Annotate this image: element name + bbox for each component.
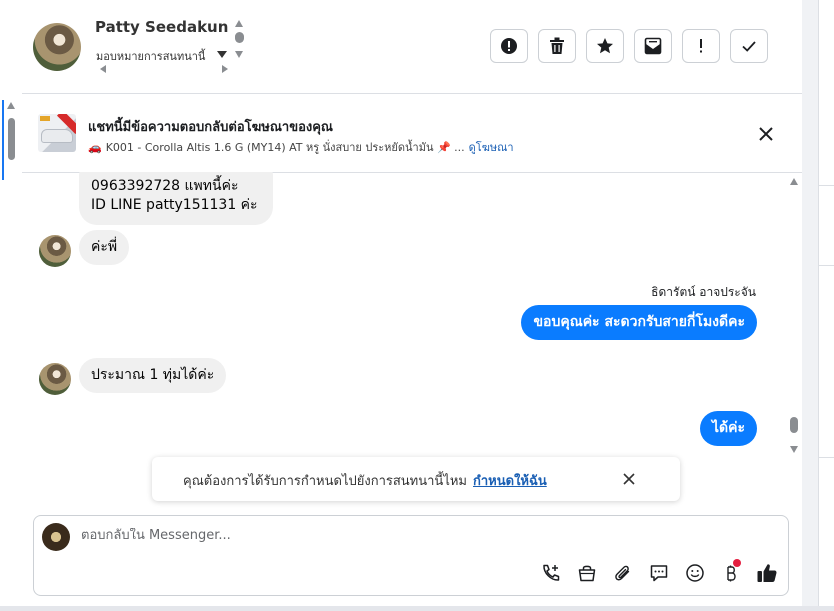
scroll-down-arrow-icon[interactable]	[790, 446, 798, 453]
ad-subtitle-text: K001 - Corolla Altis 1.6 G (MY14) AT หรู…	[105, 141, 465, 154]
message-text: ค่ะพี่	[91, 239, 118, 255]
star-icon	[597, 38, 613, 54]
message-text: ID LINE patty151131 ค่ะ	[91, 197, 258, 213]
right-divider	[818, 185, 834, 186]
message-bubble-outgoing: ขอบคุณค่ะ สะดวกรับสายกี่โมงดีคะ	[521, 305, 757, 340]
contact-avatar-small[interactable]	[39, 363, 71, 395]
check-icon	[742, 41, 756, 52]
window-bottom-edge	[0, 606, 834, 611]
scroll-right-arrow-icon[interactable]	[222, 65, 228, 73]
scroll-up-arrow-icon[interactable]	[7, 102, 15, 109]
right-pane	[802, 0, 834, 611]
mark-done-button[interactable]	[730, 29, 768, 63]
conversation-pane: Patty Seedakun มอบหมายการสนทนานี้ แชทนี้…	[22, 0, 802, 611]
scroll-up-arrow-icon[interactable]	[790, 178, 798, 185]
ad-banner-subtitle: 🚗 K001 - Corolla Altis 1.6 G (MY14) AT หร…	[88, 138, 514, 156]
view-ad-link[interactable]: ดูโฆษณา	[469, 141, 514, 154]
right-details-panel	[818, 0, 834, 611]
page-avatar	[42, 523, 70, 551]
sender-name: ธิดารัตน์ อาจประจัน	[651, 285, 756, 299]
right-divider	[818, 265, 834, 266]
contact-name[interactable]: Patty Seedakun	[95, 18, 228, 36]
car-image	[41, 129, 73, 143]
message-text: ขอบคุณค่ะ สะดวกรับสายกี่โมงดีคะ	[533, 314, 745, 330]
emoji-button[interactable]	[684, 562, 706, 584]
report-spam-button[interactable]	[490, 29, 528, 63]
conversation-header: Patty Seedakun มอบหมายการสนทนานี้	[22, 0, 802, 94]
reply-input[interactable]	[81, 528, 681, 543]
reply-composer	[33, 515, 789, 596]
call-button[interactable]	[540, 562, 562, 584]
left-pane	[0, 0, 23, 611]
like-button[interactable]	[756, 562, 778, 584]
ad-reply-banner: แชทนี้มีข้อความตอบกลับต่อโฆษณาของคุณ 🚗 K0…	[22, 94, 802, 173]
left-scrollbar[interactable]	[5, 100, 17, 440]
shop-button[interactable]	[576, 562, 598, 584]
message-text: ประมาณ 1 ทุ่มได้ค่ะ	[91, 367, 215, 383]
assign-reminder-text: คุณต้องการได้รับการกำหนดไปยังการสนทนานี้…	[183, 470, 547, 491]
assign-dropdown-label[interactable]: มอบหมายการสนทนานี้	[96, 47, 205, 65]
contact-avatar[interactable]	[33, 23, 81, 71]
close-icon[interactable]	[757, 125, 775, 143]
follow-up-button[interactable]	[682, 29, 720, 63]
header-scrollbar-thumb[interactable]	[235, 32, 244, 43]
star-button[interactable]	[586, 29, 624, 63]
scroll-down-arrow-icon[interactable]	[235, 51, 243, 58]
scroll-left-arrow-icon[interactable]	[100, 65, 106, 73]
scroll-up-arrow-icon[interactable]	[235, 20, 243, 27]
message-bubble-incoming: ค่ะพี่	[79, 230, 130, 265]
delete-button[interactable]	[538, 29, 576, 63]
trash-icon	[550, 37, 564, 54]
attach-button[interactable]	[612, 562, 634, 584]
notification-dot	[733, 559, 741, 567]
emoji-icon	[686, 564, 704, 582]
message-bubble-outgoing: ได้ค่ะ	[699, 411, 757, 446]
car-icon: 🚗	[88, 141, 102, 154]
message-scrollbar-thumb[interactable]	[790, 417, 798, 433]
contact-avatar-small[interactable]	[39, 235, 71, 267]
chevron-down-icon[interactable]	[217, 51, 227, 58]
right-divider	[818, 457, 834, 458]
left-scrollbar-thumb[interactable]	[8, 118, 15, 160]
message-text: 0963392728 แพทนี้ค่ะ	[91, 178, 239, 194]
phone-plus-icon	[543, 564, 560, 581]
assign-to-me-link[interactable]: กำหนดให้ฉัน	[473, 474, 547, 489]
alert-circle-icon	[501, 38, 517, 54]
exclamation-icon	[700, 39, 702, 53]
message-bubble-incoming: ประมาณ 1 ทุ่มได้ค่ะ	[79, 358, 227, 393]
mark-unread-button[interactable]	[634, 29, 672, 63]
assign-reminder-message: คุณต้องการได้รับการกำหนดไปยังการสนทนานี้…	[183, 474, 467, 489]
left-selection-indicator	[2, 100, 4, 180]
saved-replies-button[interactable]	[648, 562, 670, 584]
assign-reminder-toast: คุณต้องการได้รับการกำหนดไปยังการสนทนานี้…	[152, 457, 680, 501]
chat-bubble-icon	[650, 565, 668, 582]
message-text: ได้ค่ะ	[711, 420, 745, 436]
thumbs-up-icon	[757, 564, 777, 582]
shopping-bag-icon	[578, 565, 596, 582]
ad-thumbnail-tag	[40, 116, 50, 121]
paperclip-icon	[615, 565, 630, 581]
close-icon[interactable]	[622, 472, 636, 486]
envelope-icon	[644, 37, 662, 55]
ad-banner-title: แชทนี้มีข้อความตอบกลับต่อโฆษณาของคุณ	[88, 120, 333, 135]
message-bubble-incoming: 0963392728 แพทนี้ค่ะ ID LINE patty151131…	[79, 172, 273, 225]
payment-button[interactable]	[720, 559, 742, 584]
ad-thumbnail[interactable]	[38, 114, 76, 152]
